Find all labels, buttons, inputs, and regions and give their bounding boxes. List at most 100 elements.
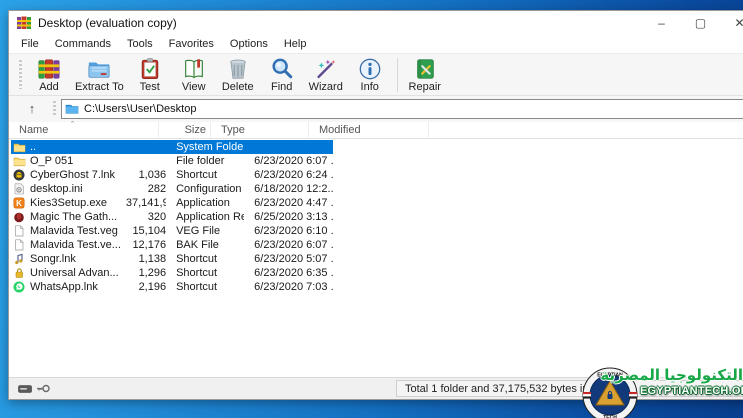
file-name: Malavida Test.ve... — [30, 239, 121, 251]
column-header-label: Size — [184, 124, 206, 136]
archive-add-icon — [36, 57, 62, 81]
file-list: .. System Folder O_P 051 File folder 6/23/20… — [9, 139, 743, 377]
toolbar-separator — [396, 57, 398, 92]
file-row[interactable]: O_P 051 File folder 6/23/2020 6:07 ... — [11, 154, 333, 168]
file-type: VEG File — [176, 225, 221, 237]
file-size: 282 — [147, 183, 167, 195]
file-type: System Folder — [176, 141, 245, 153]
file-name: Kies3Setup.exe — [30, 197, 108, 209]
toolbar-button-label: Extract To — [75, 80, 124, 93]
close-button[interactable]: ✕ — [720, 11, 743, 35]
toolbar-view-button[interactable]: View — [172, 54, 216, 95]
file-size: 2,196 — [138, 281, 167, 293]
file-type: Shortcut — [176, 169, 218, 181]
file-row[interactable]: K Kies3Setup.exe 37,141,984 Application 6/23… — [11, 196, 333, 210]
file-name: Malavida Test.veg — [30, 225, 118, 237]
file-row[interactable]: WhatsApp.lnk 2,196 Shortcut 6/23/2020 7:03 … — [11, 280, 333, 294]
toolbar-find-button[interactable]: Find — [260, 54, 304, 95]
file-type: BAK File — [176, 239, 219, 251]
watermark-arabic-text: التكنولوجيا المصرية — [600, 367, 743, 384]
file-type: Application — [176, 197, 230, 209]
toolbar-wizard-button[interactable]: Wizard — [304, 54, 348, 95]
menu-item-favorites[interactable]: Favorites — [161, 37, 222, 51]
maximize-button[interactable]: ▢ — [681, 11, 720, 35]
file-modified: 6/18/2020 12:2... — [254, 183, 333, 195]
file-name: Songr.lnk — [30, 253, 76, 265]
column-header-name[interactable]: Name ˆ — [11, 120, 159, 138]
menu-item-help[interactable]: Help — [276, 37, 315, 51]
whatsapp-icon — [13, 281, 26, 293]
toolbar-extract-to-button[interactable]: Extract To — [71, 54, 128, 95]
file-row[interactable]: Universal Advan... 1,296 Shortcut 6/23/2020… — [11, 266, 333, 280]
toolbar-grip — [19, 60, 22, 89]
file-name: Magic The Gath... — [30, 211, 118, 223]
folder-icon — [13, 141, 26, 153]
file-type: Shortcut — [176, 253, 218, 265]
file-size: 1,036 — [138, 169, 167, 181]
key-icon[interactable] — [36, 384, 50, 393]
column-header-label: Type — [221, 124, 245, 136]
menu-item-tools[interactable]: Tools — [119, 37, 161, 51]
find-icon — [269, 57, 295, 81]
column-header-label: Name — [19, 124, 49, 136]
file-row[interactable]: desktop.ini 282 Configuration setti... 6/18… — [11, 182, 333, 196]
address-bar: ↑ C:\Users\User\Desktop — [9, 96, 743, 122]
universal-icon — [13, 267, 26, 279]
file-modified: 6/23/2020 6:35 ... — [254, 267, 333, 279]
file-list-header: Name ˆ Size Type Modified — [9, 120, 743, 139]
delete-icon — [225, 57, 251, 81]
toolbar-info-button[interactable]: Info — [348, 54, 392, 95]
toolbar-delete-button[interactable]: Delete — [216, 54, 260, 95]
toolbar-button-label: Info — [360, 80, 379, 93]
file-size: 12,176 — [132, 239, 167, 251]
ini-icon — [13, 183, 26, 195]
menu-item-commands[interactable]: Commands — [47, 37, 119, 51]
file-type: Application Refere... — [176, 211, 245, 223]
file-row[interactable]: Magic The Gath... 320 Application Refere..… — [11, 210, 333, 224]
file-modified: 6/23/2020 4:47 ... — [254, 197, 333, 209]
toolbar-button-label: Delete — [221, 80, 254, 93]
magic-icon — [13, 211, 26, 223]
file-modified: 6/23/2020 6:07 ... — [254, 155, 333, 167]
extract-to-icon — [86, 57, 112, 81]
watermark-site-text: EGYPTIANTECH.ORG — [640, 385, 743, 397]
file-row[interactable]: Malavida Test.ve... 12,176 BAK File 6/23/20… — [11, 238, 333, 252]
file-row[interactable]: CyberGhost 7.lnk 1,036 Shortcut 6/23/2020 6… — [11, 168, 333, 182]
toolbar-test-button[interactable]: Test — [128, 54, 172, 95]
file-type: Shortcut — [176, 281, 218, 293]
file-row[interactable]: .. System Folder — [11, 140, 333, 154]
sort-ascending-icon: ˆ — [71, 120, 74, 130]
file-name: CyberGhost 7.lnk — [30, 169, 115, 181]
file-modified: 6/23/2020 6:24 ... — [254, 169, 333, 181]
title-bar: Desktop (evaluation copy) – ▢ ✕ — [9, 11, 743, 35]
menu-item-file[interactable]: File — [13, 37, 47, 51]
file-name: desktop.ini — [30, 183, 83, 195]
toolbar-button-label: Wizard — [308, 80, 343, 93]
up-folder-button[interactable]: ↑ — [19, 99, 45, 119]
file-icon — [13, 239, 26, 251]
file-size: 1,296 — [138, 267, 167, 279]
file-modified: 6/23/2020 6:10 ... — [254, 225, 333, 237]
file-type: Configuration setti... — [176, 183, 244, 195]
file-type: Shortcut — [176, 267, 218, 279]
folder-icon — [65, 103, 79, 115]
file-row[interactable]: Songr.lnk 1,138 Shortcut 6/23/2020 5:07 ... — [11, 252, 333, 266]
drive-icon[interactable] — [18, 384, 32, 393]
test-icon — [137, 57, 163, 81]
songr-icon — [13, 253, 26, 265]
toolbar-repair-button[interactable]: Repair — [403, 54, 447, 95]
address-path-combo[interactable]: C:\Users\User\Desktop — [61, 98, 743, 119]
toolbar: Add Extract To Test View Delete Find Wizard Inf… — [9, 53, 743, 96]
minimize-button[interactable]: – — [642, 11, 681, 35]
column-header-type[interactable]: Type — [211, 122, 309, 138]
file-name: O_P 051 — [30, 155, 74, 167]
menu-item-options[interactable]: Options — [222, 37, 276, 51]
toolbar-add-button[interactable]: Add — [27, 54, 71, 95]
column-header-size[interactable]: Size — [159, 122, 211, 138]
wizard-icon — [313, 57, 339, 81]
winrar-window: Desktop (evaluation copy) – ▢ ✕ File Comm… — [8, 10, 743, 400]
file-name: .. — [30, 141, 37, 153]
file-row[interactable]: Malavida Test.veg 15,104 VEG File 6/23/2020… — [11, 224, 333, 238]
column-header-modified[interactable]: Modified — [309, 122, 429, 138]
file-modified: 6/23/2020 7:03 ... — [254, 281, 333, 293]
